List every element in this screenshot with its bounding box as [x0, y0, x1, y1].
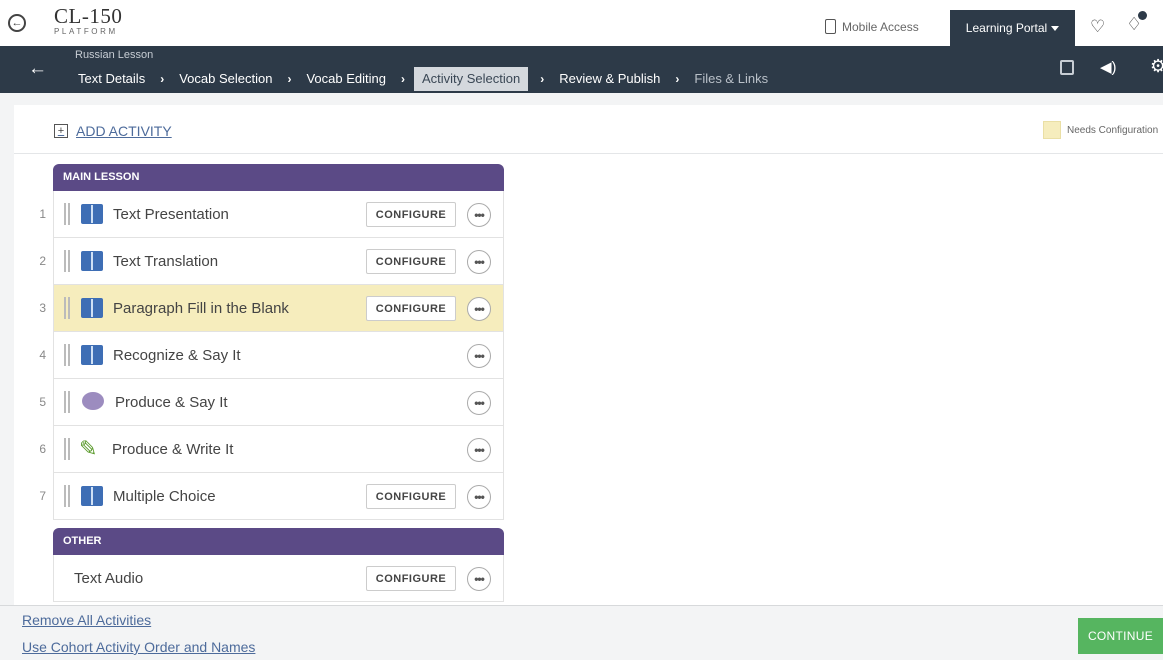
- back-arrow-icon[interactable]: ←: [28, 58, 47, 80]
- book-icon: [81, 345, 103, 365]
- configure-button[interactable]: CONFIGURE: [366, 566, 456, 591]
- row-number: 7: [39, 489, 46, 503]
- wizard-nav: ← Russian Lesson Text Details › Vocab Se…: [0, 46, 1163, 93]
- more-options-icon[interactable]: •••: [467, 567, 491, 591]
- learning-portal-label: Learning Portal: [965, 21, 1048, 35]
- user-icon[interactable]: ♡: [1090, 17, 1105, 37]
- divider: [14, 153, 1163, 154]
- configure-button[interactable]: CONFIGURE: [366, 296, 456, 321]
- chevron-right-icon: ›: [160, 72, 165, 86]
- save-icon[interactable]: [1060, 60, 1074, 75]
- more-options-icon[interactable]: •••: [467, 344, 491, 368]
- row-number: 5: [39, 395, 46, 409]
- drag-handle-icon[interactable]: [64, 203, 70, 225]
- main-area: + ADD ACTIVITY Needs Configuration MAIN …: [0, 93, 1163, 605]
- crumb-vocab-selection[interactable]: Vocab Selection: [176, 67, 275, 91]
- drag-handle-icon[interactable]: [64, 438, 70, 460]
- chevron-right-icon: ›: [675, 72, 680, 86]
- legend-label: Needs Configuration: [1067, 124, 1159, 136]
- main-lesson-section: MAIN LESSON 1 Text Presentation CONFIGUR…: [39, 164, 504, 520]
- mobile-access-link[interactable]: Mobile Access: [825, 19, 919, 34]
- activity-label: Produce & Say It: [115, 394, 228, 411]
- activity-label: Paragraph Fill in the Blank: [113, 300, 289, 317]
- more-options-icon[interactable]: •••: [467, 203, 491, 227]
- activity-row[interactable]: Text Audio CONFIGURE •••: [53, 555, 504, 602]
- crumb-files-links[interactable]: Files & Links: [691, 67, 771, 91]
- row-number: 3: [39, 301, 46, 315]
- activity-row[interactable]: 5 Produce & Say It •••: [39, 379, 504, 426]
- section-header: OTHER: [53, 528, 504, 555]
- activity-row-needs-configuration[interactable]: 3 Paragraph Fill in the Blank CONFIGURE …: [39, 285, 504, 332]
- speaker-icon[interactable]: ◀): [1100, 58, 1117, 76]
- activity-row[interactable]: 7 Multiple Choice CONFIGURE •••: [39, 473, 504, 520]
- row-number: 1: [39, 207, 46, 221]
- add-activity-label: ADD ACTIVITY: [76, 123, 172, 139]
- lesson-name: Russian Lesson: [75, 49, 154, 61]
- caret-down-icon: [1051, 25, 1060, 31]
- brand-subtitle: PLATFORM: [54, 27, 118, 36]
- crumb-vocab-editing[interactable]: Vocab Editing: [303, 67, 389, 91]
- back-circle-icon[interactable]: ←: [8, 14, 26, 32]
- use-cohort-order-link[interactable]: Use Cohort Activity Order and Names: [22, 639, 255, 655]
- drag-handle-icon[interactable]: [64, 391, 70, 413]
- drag-handle-icon[interactable]: [64, 344, 70, 366]
- activity-row[interactable]: 4 Recognize & Say It •••: [39, 332, 504, 379]
- top-bar: ← CL-150 PLATFORM Mobile Access Learning…: [0, 0, 1163, 46]
- more-options-icon[interactable]: •••: [467, 250, 491, 274]
- row-number: 4: [39, 348, 46, 362]
- crumb-review-publish[interactable]: Review & Publish: [556, 67, 663, 91]
- footer: Remove All Activities Use Cohort Activit…: [0, 605, 1163, 660]
- configure-button[interactable]: CONFIGURE: [366, 484, 456, 509]
- activity-label: Recognize & Say It: [113, 347, 241, 364]
- activity-label: Text Translation: [113, 253, 219, 270]
- section-header: MAIN LESSON: [53, 164, 504, 191]
- activity-panel: + ADD ACTIVITY Needs Configuration MAIN …: [14, 105, 1163, 605]
- row-number: 6: [39, 442, 46, 456]
- configure-button[interactable]: CONFIGURE: [366, 202, 456, 227]
- activity-row[interactable]: 6 ✎ Produce & Write It •••: [39, 426, 504, 473]
- row-number: 2: [39, 254, 46, 268]
- legend: Needs Configuration: [1043, 121, 1158, 139]
- crumb-text-details[interactable]: Text Details: [75, 67, 148, 91]
- book-icon: [81, 251, 103, 271]
- add-activity-button[interactable]: + ADD ACTIVITY: [54, 123, 172, 139]
- crumb-activity-selection[interactable]: Activity Selection: [413, 67, 529, 91]
- book-icon: [81, 486, 103, 506]
- more-options-icon[interactable]: •••: [467, 485, 491, 509]
- activity-row[interactable]: 2 Text Translation CONFIGURE •••: [39, 238, 504, 285]
- more-options-icon[interactable]: •••: [467, 391, 491, 415]
- brand-logo[interactable]: CL-150 PLATFORM: [54, 4, 123, 37]
- learning-portal-dropdown[interactable]: Learning Portal: [950, 10, 1075, 46]
- continue-button[interactable]: CONTINUE: [1078, 618, 1163, 654]
- mobile-access-label: Mobile Access: [842, 19, 919, 34]
- gear-icon[interactable]: ⚙: [1150, 56, 1163, 77]
- notification-dot: [1138, 11, 1147, 20]
- chevron-right-icon: ›: [400, 72, 405, 86]
- breadcrumb: Text Details › Vocab Selection › Vocab E…: [75, 67, 771, 91]
- activity-label: Produce & Write It: [112, 441, 234, 458]
- configure-button[interactable]: CONFIGURE: [366, 249, 456, 274]
- more-options-icon[interactable]: •••: [467, 438, 491, 462]
- plus-icon: +: [54, 124, 68, 138]
- activity-label: Text Presentation: [113, 206, 229, 223]
- activity-row[interactable]: 1 Text Presentation CONFIGURE •••: [39, 191, 504, 238]
- chevron-right-icon: ›: [287, 72, 292, 86]
- activity-label: Text Audio: [74, 570, 144, 587]
- book-icon: [81, 204, 103, 224]
- book-icon: [81, 298, 103, 318]
- activity-label: Multiple Choice: [113, 488, 216, 505]
- drag-handle-icon[interactable]: [64, 485, 70, 507]
- remove-all-activities-link[interactable]: Remove All Activities: [22, 612, 151, 628]
- drag-handle-icon[interactable]: [64, 297, 70, 319]
- pencil-icon: ✎: [79, 436, 98, 461]
- legend-swatch: [1043, 121, 1061, 139]
- chevron-right-icon: ›: [540, 72, 545, 86]
- more-options-icon[interactable]: •••: [467, 297, 491, 321]
- drag-handle-icon[interactable]: [64, 250, 70, 272]
- phone-icon: [825, 19, 836, 34]
- brand-title: CL-150: [54, 4, 123, 28]
- speech-bubble-icon: [82, 392, 104, 410]
- other-section: OTHER Text Audio CONFIGURE •••: [53, 528, 504, 602]
